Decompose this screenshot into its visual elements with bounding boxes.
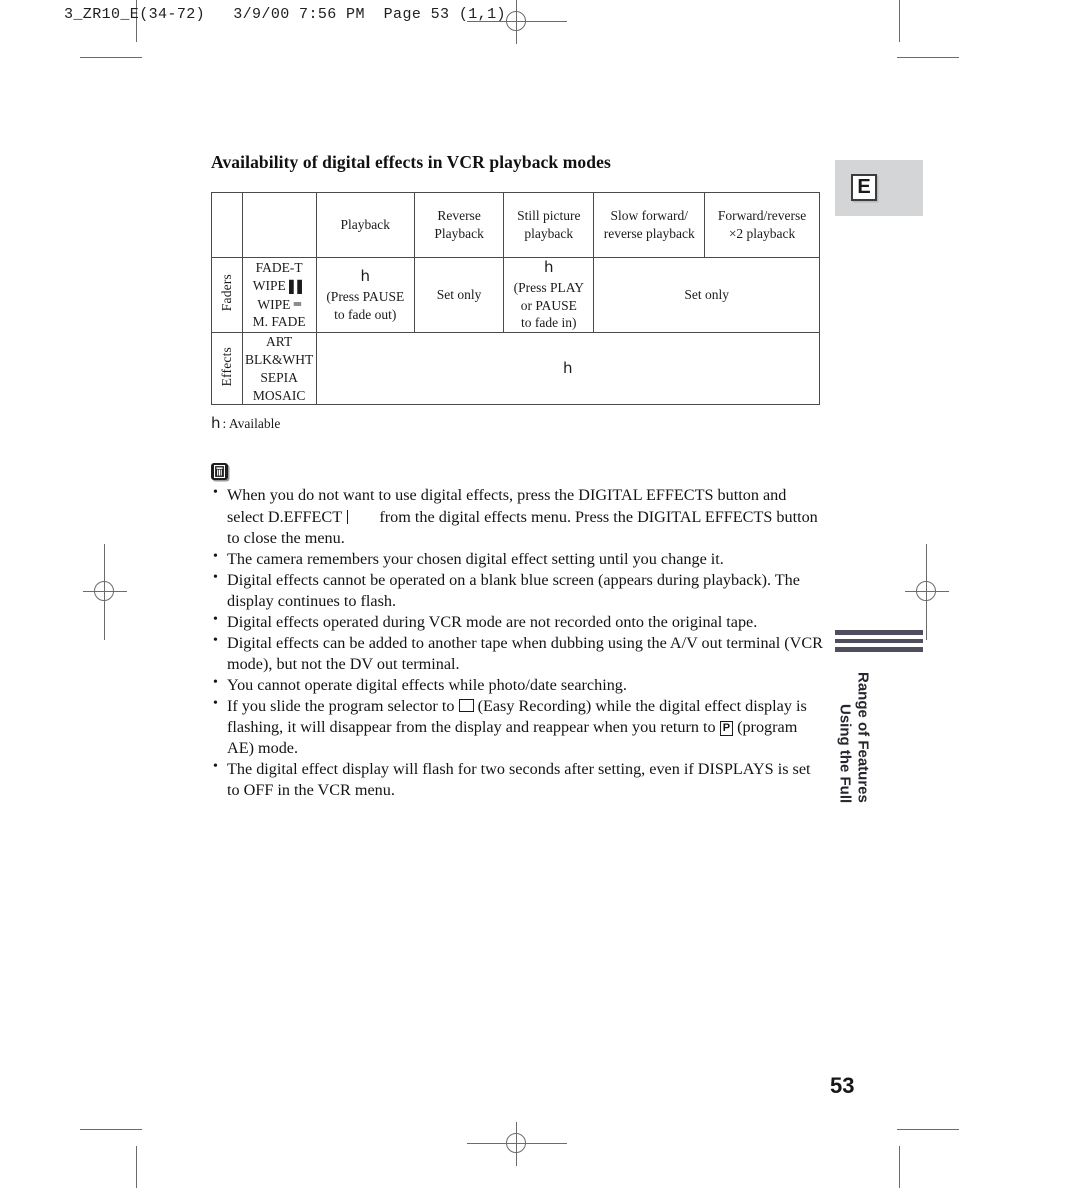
crop-mark-bottom-left-horizontal [80, 1129, 142, 1130]
page-title: Availability of digital effects in VCR p… [211, 152, 611, 172]
cell-faders-still: h (Press PLAY or PAUSE to fade in) [503, 256, 595, 334]
side-rule-1 [835, 630, 923, 635]
cell-faders-reverse: Set only [413, 256, 505, 334]
page-content: Availability of digital effects in VCR p… [211, 152, 823, 801]
row-category-faders: Faders [211, 256, 243, 334]
cell-faders-slow-and-forward: Set only [593, 256, 820, 334]
table-header-still-picture: Still picture playback [503, 192, 595, 258]
note-item: The camera remembers your chosen digital… [211, 548, 823, 570]
side-rule-3 [835, 647, 923, 652]
side-chapter-title-line1: Using the Full [836, 703, 854, 803]
table-legend: h: Available [211, 414, 823, 432]
program-ae-p-icon: P [719, 721, 734, 737]
table-header-row: Playback Reverse Playback Still picture … [211, 192, 820, 258]
crop-mark-bottom-right-horizontal [897, 1129, 959, 1130]
crop-mark-bottom-right-vertical [899, 1146, 900, 1188]
registration-mark-right-center [905, 544, 949, 640]
note-item: Digital effects cannot be operated on a … [211, 569, 823, 612]
note-item: You cannot operate digital effects while… [211, 674, 823, 696]
availability-table: Playback Reverse Playback Still picture … [211, 192, 821, 406]
registration-mark-bottom-center [467, 1122, 567, 1166]
menu-divider-icon [346, 509, 349, 524]
memo-glyph [214, 465, 225, 479]
table-header-corner-item [241, 192, 317, 258]
row-category-effects: Effects [211, 332, 243, 406]
easy-recording-square-icon [458, 699, 474, 713]
crop-mark-top-right-horizontal [897, 57, 959, 58]
available-mark-icon: h [563, 358, 573, 377]
available-mark-icon: h [544, 258, 554, 276]
table-header-corner-category [211, 192, 243, 258]
note-item: Digital effects operated during VCR mode… [211, 611, 823, 633]
registration-mark-left-center [83, 544, 127, 640]
crop-mark-top-right-vertical [899, 0, 900, 42]
note-item: If you slide the program selector to (Ea… [211, 695, 823, 759]
page-number: 53 [830, 1073, 855, 1098]
notes-list: When you do not want to use digital effe… [211, 484, 823, 801]
thumb-tab-e: E [835, 160, 923, 216]
available-mark-icon: h [211, 414, 221, 433]
table-header-slow-forward: Slow forward/ reverse playback [593, 192, 706, 258]
crop-mark-top-left-horizontal [80, 57, 142, 58]
cell-effects-all-modes: h [315, 332, 821, 406]
table-header-forward-reverse-x2: Forward/reverse ×2 playback [704, 192, 820, 258]
side-chapter-title: Using the FullRange of Features [835, 672, 927, 912]
wipe-vertical-bars-icon: ▌▌ [289, 279, 306, 294]
side-chapter-title-line2: Range of Features [854, 672, 872, 803]
cell-faders-playback: h (Press PAUSE to fade out) [315, 256, 415, 334]
row-items-faders: FADE-T WIPE ▌▌ WIPE ═ M. FADE [241, 256, 317, 334]
table-row-faders: Faders FADE-T WIPE ▌▌ WIPE ═ M. FADE h (… [211, 256, 820, 334]
available-mark-icon: h [360, 266, 371, 285]
side-rail-rules [835, 630, 927, 656]
note-item: The digital effect display will flash fo… [211, 758, 823, 801]
notes-block: When you do not want to use digital effe… [211, 463, 823, 801]
table-header-playback: Playback [315, 192, 415, 258]
printer-slug-header: 3_ZR10_E(34-72) 3/9/00 7:56 PM Page 53 (… [64, 6, 506, 23]
side-rule-2 [835, 639, 923, 643]
wipe-horizontal-bars-icon: ═ [293, 296, 301, 311]
note-item: Digital effects can be added to another … [211, 632, 823, 675]
tab-language-label: E [851, 174, 877, 201]
note-memo-icon [211, 463, 228, 481]
table-row-effects: Effects ART BLK&WHT SEPIA MOSAIC h [211, 332, 821, 406]
crop-mark-bottom-left-vertical [136, 1146, 137, 1188]
row-items-effects: ART BLK&WHT SEPIA MOSAIC [241, 332, 317, 406]
legend-text: : Available [222, 416, 281, 432]
table-header-reverse-playback: Reverse Playback [413, 192, 505, 258]
note-item: When you do not want to use digital effe… [211, 484, 823, 548]
